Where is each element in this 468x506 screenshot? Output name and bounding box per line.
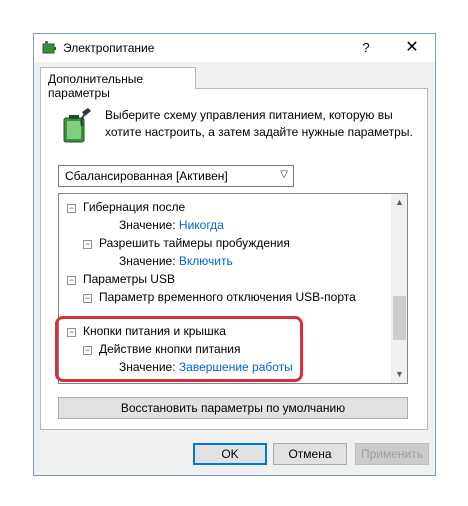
scroll-thumb[interactable]	[393, 296, 406, 340]
collapse-icon[interactable]: −	[67, 204, 76, 213]
battery-plug-icon	[63, 108, 91, 143]
power-scheme-select[interactable]: Сбалансированная [Активен] ▽	[58, 165, 294, 187]
window-title: Электропитание	[63, 41, 155, 55]
close-button[interactable]: ✕	[394, 38, 430, 58]
collapse-icon[interactable]: −	[67, 276, 76, 285]
tree-item-usb-suspend[interactable]: − Параметр временного отключения USB-порт…	[83, 288, 356, 306]
tree-scrollbar[interactable]: ▲ ▼	[391, 194, 407, 383]
description-text: Выберите схему управления питанием, кото…	[105, 108, 413, 139]
chevron-down-icon: ▽	[280, 169, 288, 180]
tree-item-wake-timers[interactable]: − Разрешить таймеры пробуждения	[83, 234, 290, 252]
scroll-up-icon[interactable]: ▲	[391, 194, 407, 211]
help-button[interactable]: ?	[352, 39, 380, 57]
collapse-icon[interactable]: −	[83, 240, 92, 249]
tab-advanced-settings[interactable]: Дополнительные параметры	[40, 67, 196, 100]
restore-defaults-button[interactable]: Восстановить параметры по умолчанию	[58, 397, 408, 419]
cancel-button[interactable]: Отмена	[273, 443, 347, 465]
scroll-down-icon[interactable]: ▼	[391, 366, 407, 383]
tree-item-usb-settings[interactable]: − Параметры USB	[67, 270, 175, 288]
title-bar[interactable]: Электропитание ? ✕	[34, 34, 435, 62]
tree-value-hibernate[interactable]: Значение: Никогда	[119, 216, 224, 234]
tree-value-wake-timers[interactable]: Значение: Включить	[119, 252, 233, 270]
ok-button[interactable]: OK	[193, 443, 267, 465]
tree-item-hibernate[interactable]: − Гибернация после	[67, 198, 185, 216]
apply-button[interactable]: Применить	[355, 443, 429, 465]
collapse-icon[interactable]: −	[83, 294, 92, 303]
power-options-icon	[42, 41, 56, 54]
power-scheme-selected: Сбалансированная [Активен]	[65, 169, 228, 183]
highlight-annotation	[55, 316, 303, 382]
